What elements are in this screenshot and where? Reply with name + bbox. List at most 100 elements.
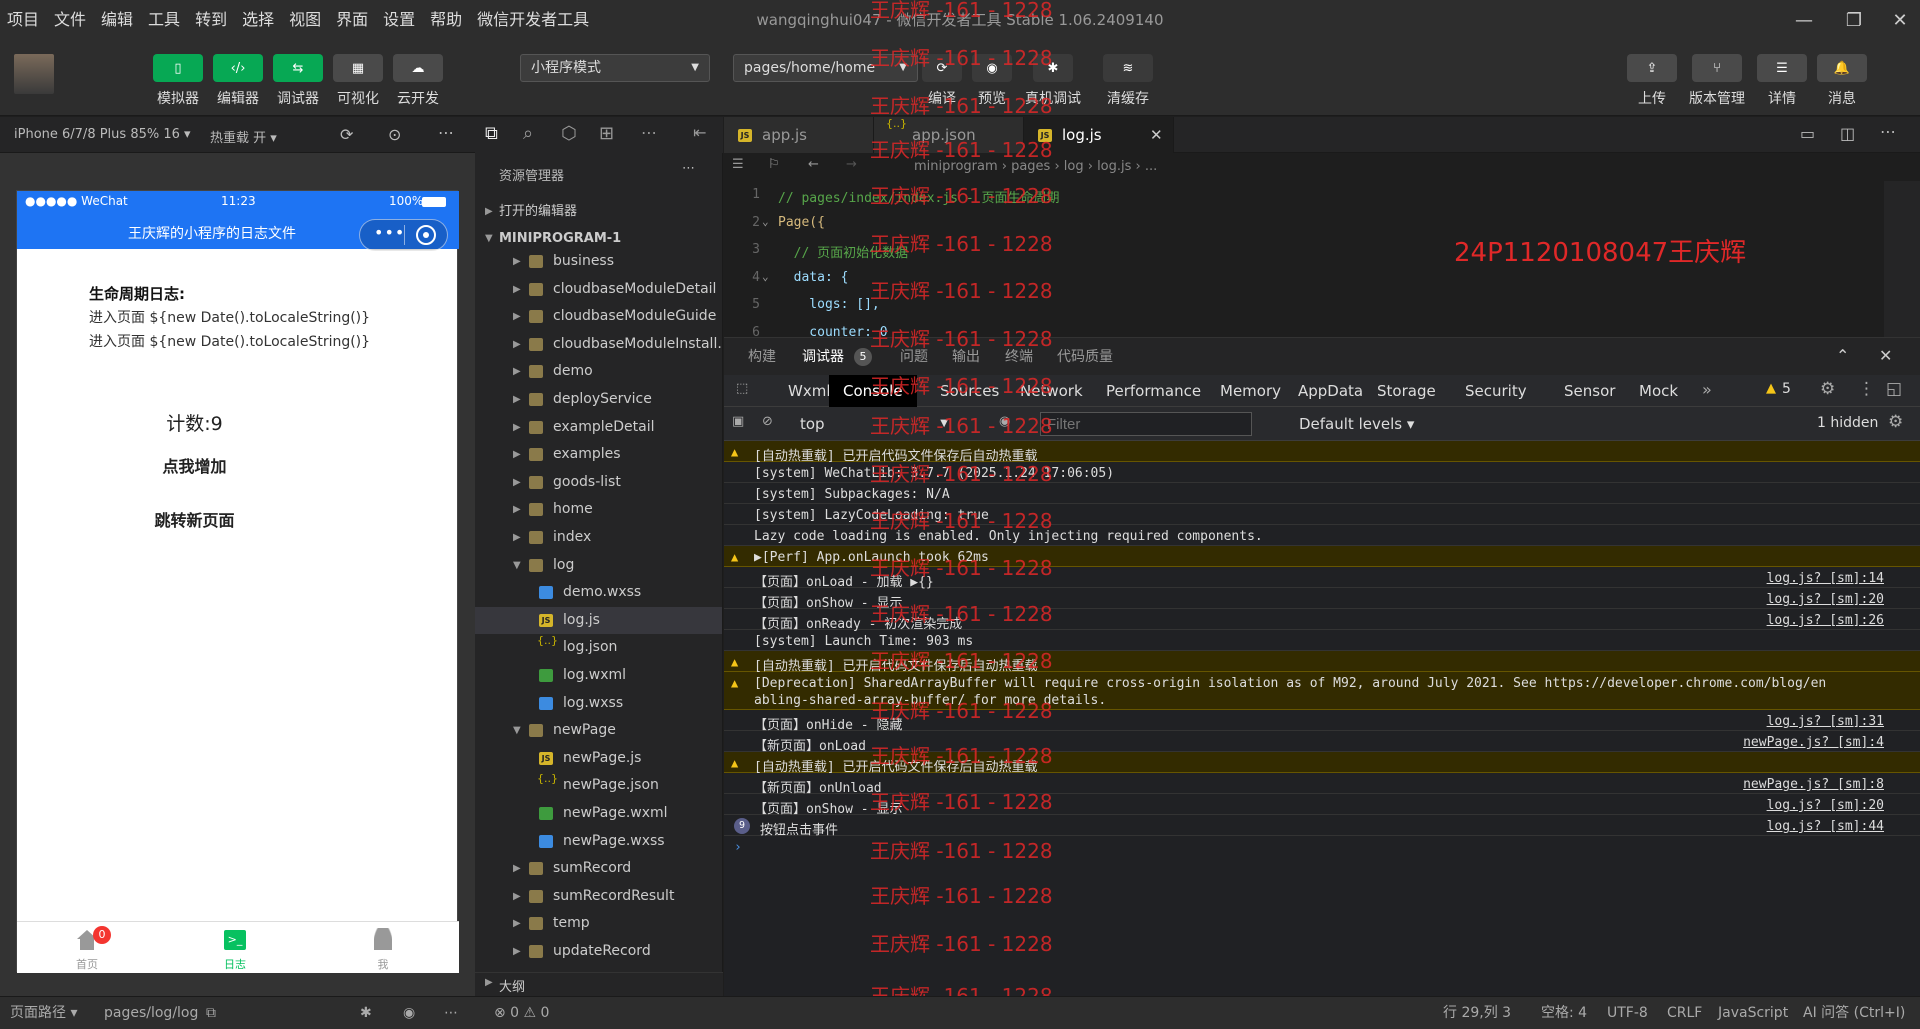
- menu-capsule[interactable]: •••: [359, 219, 448, 251]
- explorer-more-icon[interactable]: ⋯: [682, 161, 695, 176]
- devtools-tab[interactable]: Storage: [1377, 375, 1436, 407]
- console-row[interactable]: [system] Subpackages: N/A: [724, 483, 1920, 504]
- phone-toggle-button[interactable]: ▯: [153, 54, 203, 82]
- console-row[interactable]: ▲ [自动热重载] 已开启代码文件保存后自动热重载: [724, 441, 1920, 464]
- expand-arrow-icon[interactable]: ▶: [513, 938, 521, 965]
- search-icon[interactable]: ⌕: [523, 123, 533, 144]
- devtools-tab[interactable]: AppData: [1298, 375, 1363, 407]
- comment-icon[interactable]: ▭: [1800, 124, 1815, 143]
- devtools-tab[interactable]: Mock: [1639, 375, 1678, 407]
- tab-log-js[interactable]: JS log.js ✕: [1024, 117, 1174, 153]
- preview-icon[interactable]: ◉: [403, 997, 415, 1029]
- toolbar-mid-button[interactable]: ✱: [1033, 54, 1073, 82]
- more-icon[interactable]: ⋯: [438, 123, 454, 142]
- context-select[interactable]: top ▼: [792, 412, 952, 436]
- devtools-tab[interactable]: Sources: [940, 375, 999, 407]
- source-link[interactable]: log.js? [sm]:20: [1767, 798, 1884, 813]
- extensions-icon[interactable]: ⊞: [599, 123, 614, 144]
- clear-console-icon[interactable]: ⊘: [762, 414, 773, 429]
- toolbar-mid-button[interactable]: ◉: [972, 54, 1012, 82]
- tree-item[interactable]: ▶ index: [475, 524, 722, 551]
- console-row[interactable]: [system] Launch Time: 903 ms: [724, 630, 1920, 651]
- tree-item[interactable]: ▼ log: [475, 552, 722, 579]
- debug-toggle-button[interactable]: ⇆: [273, 54, 323, 82]
- list-icon[interactable]: ☰: [732, 157, 744, 172]
- menu-item[interactable]: 界面: [329, 0, 376, 40]
- cursor-position[interactable]: 行 29,列 3: [1443, 997, 1511, 1029]
- more-icon[interactable]: ⋯: [1880, 122, 1896, 141]
- problems-count[interactable]: ⊗ 0 ⚠ 0: [494, 997, 549, 1029]
- warning-count[interactable]: 5: [1782, 381, 1791, 397]
- console-row[interactable]: 9 按钮点击事件 log.js? [sm]:44: [724, 815, 1920, 838]
- tree-item[interactable]: log.wxml: [475, 662, 722, 689]
- code-toggle-button[interactable]: ‹/›: [213, 54, 263, 82]
- open-editors-section[interactable]: ▶ 打开的编辑器: [475, 198, 722, 225]
- breadcrumb[interactable]: miniprogram › pages › log › log.js › ...: [914, 159, 1157, 174]
- source-link[interactable]: log.js? [sm]:31: [1767, 714, 1884, 729]
- minimap[interactable]: [1884, 181, 1920, 337]
- capsule-close-icon[interactable]: [416, 225, 436, 245]
- panel-tab[interactable]: 代码质量: [1057, 338, 1113, 376]
- back-icon[interactable]: ←: [808, 157, 819, 172]
- expand-arrow-icon[interactable]: ▼: [513, 717, 521, 744]
- menu-item[interactable]: 选择: [235, 0, 282, 40]
- console-row[interactable]: 【新页面】onLoad newPage.js? [sm]:4: [724, 731, 1920, 754]
- console-row[interactable]: ▲ [自动热重载] 已开启代码文件保存后自动热重载: [724, 752, 1920, 775]
- expand-arrow-icon[interactable]: ▶: [513, 524, 521, 551]
- devtools-tab[interactable]: Performance: [1106, 375, 1201, 407]
- line-ending[interactable]: CRLF: [1667, 997, 1702, 1029]
- more-icon[interactable]: ⋯: [641, 123, 657, 142]
- expand-arrow-icon[interactable]: ▶: [513, 441, 521, 468]
- bookmark-icon[interactable]: ⚐: [768, 157, 780, 172]
- outline-section[interactable]: ▶ 大纲: [475, 972, 723, 996]
- menu-item[interactable]: 帮助: [423, 0, 470, 40]
- console-prompt-icon[interactable]: ›: [734, 840, 742, 855]
- tab-app-js[interactable]: JS app.js: [724, 117, 874, 153]
- tree-item[interactable]: {..} log.json: [475, 634, 722, 661]
- tree-item[interactable]: ▶ examples: [475, 441, 722, 468]
- cloud-toggle-button[interactable]: ☁: [393, 54, 443, 82]
- settings-icon[interactable]: ⚙: [1820, 379, 1835, 399]
- tree-item[interactable]: newPage.wxss: [475, 828, 722, 855]
- console-row[interactable]: Lazy code loading is enabled. Only injec…: [724, 525, 1920, 546]
- console-row[interactable]: ▲ [Deprecation] SharedArrayBuffer will re…: [724, 672, 1920, 710]
- toolbar-right-button[interactable]: ⇪: [1627, 54, 1677, 82]
- tree-item[interactable]: ▶ business: [475, 248, 722, 275]
- toolbar-right-button[interactable]: 🔔: [1817, 54, 1867, 82]
- console-output[interactable]: ▲ [自动热重载] 已开启代码文件保存后自动热重载 [system] WeChatL…: [724, 441, 1920, 996]
- expand-arrow-icon[interactable]: ▶: [513, 855, 521, 882]
- device-select[interactable]: iPhone 6/7/8 Plus 85% 16 ▾: [14, 127, 191, 142]
- filter-input[interactable]: [1040, 412, 1252, 436]
- devtools-tab[interactable]: Wxml: [788, 375, 831, 407]
- console-row[interactable]: [system] LazyCodeLoading: true: [724, 504, 1920, 525]
- capsule-more-icon[interactable]: •••: [374, 223, 405, 242]
- tree-item[interactable]: {..} newPage.json: [475, 772, 722, 799]
- expand-arrow-icon[interactable]: ▶: [513, 469, 521, 496]
- navigate-button[interactable]: 跳转新页面: [17, 507, 372, 531]
- tree-item[interactable]: log.wxss: [475, 690, 722, 717]
- avatar[interactable]: [14, 54, 54, 94]
- expand-arrow-icon[interactable]: ▶: [513, 248, 521, 275]
- more-tabs-icon[interactable]: »: [1702, 380, 1712, 399]
- tree-item[interactable]: newPage.wxml: [475, 800, 722, 827]
- tree-item[interactable]: ▶ temp: [475, 910, 722, 937]
- hot-reload-toggle[interactable]: 热重载 开 ▾: [210, 127, 277, 146]
- expand-arrow-icon[interactable]: ▶: [513, 910, 521, 937]
- page-path-select[interactable]: 页面路径 ▾: [10, 997, 77, 1029]
- expand-arrow-icon[interactable]: ▶: [513, 386, 521, 413]
- source-link[interactable]: log.js? [sm]:14: [1767, 571, 1884, 586]
- expand-arrow-icon[interactable]: ▶: [513, 883, 521, 910]
- source-link[interactable]: log.js? [sm]:20: [1767, 592, 1884, 607]
- tree-item[interactable]: ▶ cloudbaseModuleDetail: [475, 276, 722, 303]
- menu-item[interactable]: 工具: [141, 0, 188, 40]
- tree-item[interactable]: ▶ cloudbaseModuleInstall...: [475, 331, 722, 358]
- split-editor-icon[interactable]: ◫: [1840, 124, 1855, 143]
- tab-app-json[interactable]: {..} app.json: [874, 117, 1024, 153]
- console-row[interactable]: 【页面】onLoad - 加载 ▶{} log.js? [sm]:14: [724, 567, 1920, 590]
- expand-arrow-icon[interactable]: ▶: [513, 358, 521, 385]
- console-row[interactable]: 【页面】onShow - 显示 log.js? [sm]:20: [724, 794, 1920, 817]
- menu-item[interactable]: 转到: [188, 0, 235, 40]
- toolbar-right-button[interactable]: ⑂: [1692, 54, 1742, 82]
- indentation[interactable]: 空格: 4: [1541, 997, 1587, 1029]
- menu-item[interactable]: 文件: [47, 0, 94, 40]
